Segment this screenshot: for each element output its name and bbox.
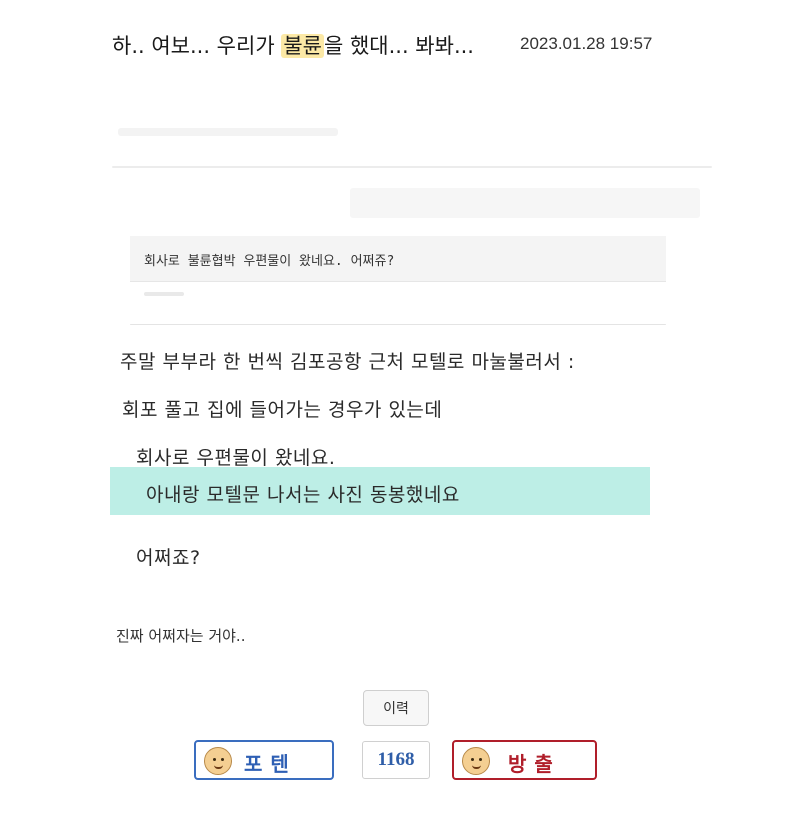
body-line-1: 주말 부부라 한 번씩 김포공항 근처 모텔로 마눌불러서 : [120, 351, 575, 373]
title-highlight: 불륜 [281, 34, 324, 58]
body-line-4-highlighted: 아내랑 모텔문 나서는 사진 동봉했네요 [146, 484, 460, 506]
history-button[interactable]: 이력 [363, 690, 429, 726]
post-date: 2023.01.28 19:57 [520, 34, 653, 53]
vote-row: 포텐 1168 방출 [194, 740, 598, 782]
post-title: 하.. 여보... 우리가 불륜을 했대... 봐봐... [112, 30, 502, 62]
downvote-label: 방출 [508, 752, 561, 776]
faded-divider [130, 324, 666, 325]
thumbs-up-face-icon [204, 747, 232, 775]
upvote-button[interactable]: 포텐 [194, 740, 334, 780]
thumbs-down-face-icon [462, 747, 490, 775]
post-header: 하.. 여보... 우리가 불륜을 했대... 봐봐... 2023.01.28… [112, 30, 702, 90]
question-box: 회사로 불륜협박 우편물이 왔네요. 어쩌쥬? [130, 236, 666, 282]
title-text-end: 을 했대... 봐봐... [323, 34, 474, 58]
post-comment: 진짜 어쩌자는 거야.. [116, 627, 246, 645]
vote-count: 1168 [362, 741, 430, 779]
faded-text-line [350, 188, 700, 218]
question-text: 회사로 불륜협박 우편물이 왔네요. 어쩌쥬? [144, 254, 395, 269]
body-line-3: 회사로 우편물이 왔네요. [136, 447, 336, 469]
body-line-2: 회포 풀고 집에 들어가는 경우가 있는데 [122, 399, 443, 421]
faded-text-line [118, 128, 338, 136]
downvote-button[interactable]: 방출 [452, 740, 597, 780]
body-line-5: 어쩌죠? [136, 547, 201, 569]
faded-text-line [144, 292, 184, 296]
title-text-start: 하.. 여보... 우리가 [112, 34, 282, 58]
upvote-label: 포텐 [244, 752, 297, 776]
faded-divider [112, 166, 712, 168]
